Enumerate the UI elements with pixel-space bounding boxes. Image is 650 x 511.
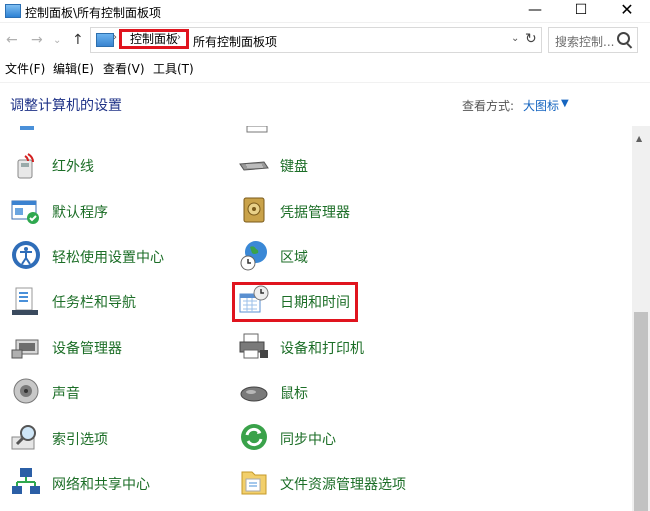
item-default-programs[interactable]: 默认程序 [10,194,210,228]
breadcrumb-separator[interactable]: › [113,32,117,43]
printer-icon [239,333,268,359]
mouse-icon [240,386,268,402]
minimize-button[interactable]: — [512,0,558,22]
sound-icon [13,378,39,404]
navigation-bar: ← → ⌄ ↑ › 控制面板 › 所有控制面板项 ⌄ ↻ 搜索控制... [0,26,650,54]
page-title: 调整计算机的设置 [10,98,122,114]
region-icon [240,241,267,271]
breadcrumb-all-items[interactable]: 所有控制面板项 [193,33,277,50]
item-mouse[interactable]: 鼠标 [238,375,438,409]
breadcrumb-separator[interactable]: › [177,32,181,43]
item-sound[interactable]: 声音 [10,375,210,409]
menu-tools[interactable]: 工具(T) [153,60,194,77]
item-keyboard[interactable]: 键盘 [238,148,438,182]
view-by-label: 查看方式: [462,99,515,113]
device-manager-icon [11,339,39,359]
infrared-icon [17,153,34,179]
keyboard-icon [239,161,269,171]
window-title: 控制面板\所有控制面板项 [25,6,162,20]
address-dropdown-button[interactable]: ⌄ [511,33,519,44]
network-icon [12,468,40,494]
view-by-dropdown[interactable]: 大图标 [523,97,559,114]
refresh-button[interactable]: ↻ [525,31,537,47]
partial-item-icon [246,126,268,133]
ease-of-access-icon [12,241,40,269]
scroll-thumb[interactable] [634,312,648,511]
menu-bar: 文件(F) 编辑(E) 查看(V) 工具(T) [0,58,650,78]
item-device-manager[interactable]: 设备管理器 [10,330,210,364]
content-header: 调整计算机的设置 查看方式: 大图标 ▼ [0,82,650,127]
folder-options-icon [241,471,267,495]
item-ease-of-access[interactable]: 轻松使用设置中心 [10,239,230,273]
credential-manager-icon [243,197,265,223]
control-panel-location-icon [96,33,114,47]
vertical-scrollbar[interactable]: ▲ [632,126,650,511]
item-infrared[interactable]: 红外线 [10,148,210,182]
default-programs-icon [11,200,39,224]
scroll-up-arrow[interactable]: ▲ [636,134,642,143]
back-button[interactable]: ← [6,32,18,48]
address-bar[interactable]: › 控制面板 › 所有控制面板项 ⌄ ↻ [90,27,542,53]
item-credential-manager[interactable]: 凭据管理器 [238,194,438,228]
sync-center-icon [241,424,267,450]
item-region[interactable]: 区域 [238,239,438,273]
recent-locations-button[interactable]: ⌄ [53,35,61,46]
close-button[interactable]: ✕ [604,0,650,22]
forward-button[interactable]: → [31,32,43,48]
item-file-explorer-options[interactable]: 文件资源管理器选项 [238,466,478,500]
menu-file[interactable]: 文件(F) [5,60,45,77]
search-icon[interactable] [617,32,630,45]
title-bar: 控制面板\所有控制面板项 — ☐ ✕ [0,0,650,23]
highlight-box [232,282,358,322]
item-sync-center[interactable]: 同步中心 [238,421,438,455]
menu-view[interactable]: 查看(V) [103,60,145,77]
search-input[interactable]: 搜索控制... [555,33,614,50]
item-network-sharing-center[interactable]: 网络和共享中心 [10,466,230,500]
up-button[interactable]: ↑ [72,32,84,48]
item-devices-printers[interactable]: 设备和打印机 [238,330,438,364]
maximize-button[interactable]: ☐ [558,0,604,22]
menu-edit[interactable]: 编辑(E) [53,60,94,77]
indexing-icon [11,425,36,450]
search-box[interactable]: 搜索控制... [548,27,638,53]
control-panel-app-icon [5,4,21,18]
item-indexing-options[interactable]: 索引选项 [10,421,210,455]
item-taskbar-navigation[interactable]: 任务栏和导航 [10,284,210,318]
taskbar-icon [12,287,38,315]
chevron-down-icon[interactable]: ▼ [561,98,569,109]
partial-item-icon [20,126,34,130]
